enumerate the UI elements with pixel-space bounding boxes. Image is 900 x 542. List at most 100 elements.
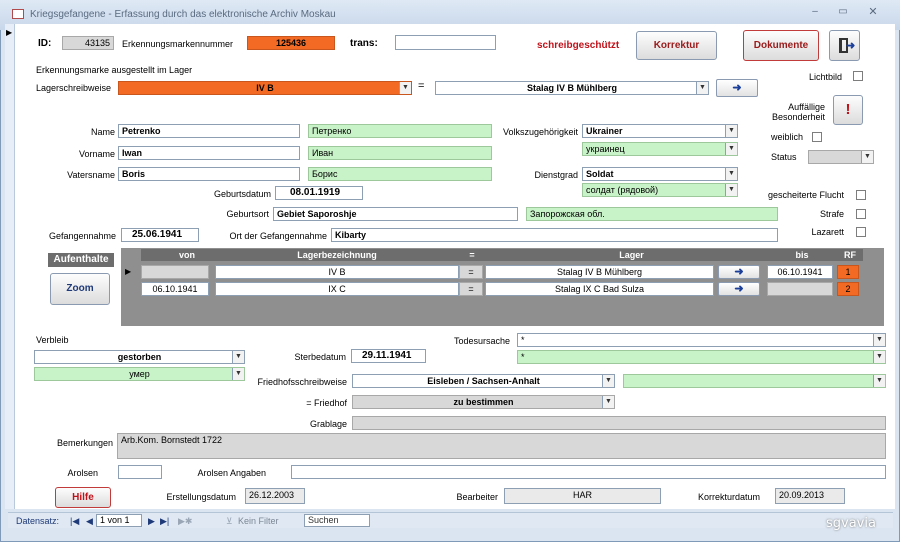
row-lager[interactable]: Stalag IX C Bad Sulza	[485, 282, 714, 296]
trans-field[interactable]	[395, 35, 496, 50]
row-bis[interactable]	[767, 282, 833, 296]
form-icon	[12, 9, 24, 19]
row-bis[interactable]: 06.10.1941	[767, 265, 833, 279]
dienstgrad-value: Soldat	[586, 169, 614, 179]
todesursache-select[interactable]: * ▼	[517, 333, 886, 347]
zoom-button[interactable]: Zoom	[50, 273, 110, 305]
gefangennahme-field[interactable]: 25.06.1941	[121, 228, 199, 242]
sterbedatum-label: Sterbedatum	[294, 352, 346, 362]
lager-goto-button[interactable]: ➜	[716, 79, 758, 97]
dropdown-arrow-icon[interactable]: ▼	[232, 351, 244, 363]
maximize-button[interactable]: ▭	[836, 6, 850, 17]
dropdown-arrow-icon[interactable]: ▼	[861, 151, 873, 163]
verbleib-cyrillic-select[interactable]: умер ▼	[34, 367, 245, 381]
bemerkungen-field[interactable]: Arb.Kom. Bornstedt 1722	[117, 433, 886, 459]
navigation-bar: Datensatz: |◀ ◀ 1 von 1 ▶ ▶| ▶✱ ⊻ Kein F…	[8, 512, 893, 528]
dienstgrad-cyrillic-select[interactable]: солдат (рядовой) ▼	[582, 183, 738, 197]
besonderheit-button[interactable]: !	[833, 95, 863, 125]
name-label: Name	[90, 127, 115, 137]
record-selector[interactable]: ▶	[5, 24, 15, 509]
previous-record-icon[interactable]: ◀	[86, 515, 93, 527]
geburtsort-label: Geburtsort	[226, 209, 269, 219]
row-lager[interactable]: Stalag IV B Mühlberg	[485, 265, 714, 279]
row-rf[interactable]: 1	[837, 265, 859, 279]
next-record-icon[interactable]: ▶	[148, 515, 155, 527]
dienstgrad-select[interactable]: Soldat ▼	[582, 167, 738, 181]
auffaellige-label-2: Besonderheit	[771, 112, 825, 122]
dropdown-arrow-icon[interactable]: ▼	[399, 82, 411, 94]
readonly-indicator: schreibgeschützt	[537, 40, 620, 51]
friedhof-select[interactable]: zu bestimmen ▼	[352, 395, 615, 409]
erkennungsmarke-field[interactable]: 125436	[247, 36, 335, 50]
id-field: 43135	[62, 36, 114, 50]
vatersname-cyrillic-field[interactable]: Борис	[308, 167, 492, 181]
geburtsdatum-field[interactable]: 08.01.1919	[275, 186, 363, 200]
lager-select[interactable]: Stalag IV B Mühlberg ▼	[435, 81, 709, 95]
dokumente-button[interactable]: Dokumente	[743, 30, 819, 61]
status-select[interactable]: ▼	[808, 150, 874, 164]
lazarett-checkbox[interactable]	[856, 227, 866, 237]
arolsen-field[interactable]	[118, 465, 162, 479]
vatersname-field[interactable]: Boris	[118, 167, 300, 181]
table-row[interactable]: 06.10.1941 IX C = Stalag IX C Bad Sulza …	[121, 281, 884, 298]
last-record-icon[interactable]: ▶|	[160, 515, 169, 527]
record-number-field[interactable]: 1 von 1	[96, 514, 142, 527]
dropdown-arrow-icon[interactable]: ▼	[873, 351, 885, 363]
dropdown-arrow-icon[interactable]: ▼	[873, 334, 885, 346]
minimize-button[interactable]: –	[808, 6, 822, 17]
filter-status[interactable]: Kein Filter	[238, 515, 279, 527]
verbleib-select[interactable]: gestorben ▼	[34, 350, 245, 364]
geburtsort-cyrillic-field[interactable]: Запорожская обл.	[526, 207, 778, 221]
strafe-checkbox[interactable]	[856, 209, 866, 219]
search-field[interactable]: Suchen	[304, 514, 370, 527]
lager-equals: =	[418, 80, 425, 92]
volk-select[interactable]: Ukrainer ▼	[582, 124, 738, 138]
row-goto-button[interactable]: ➜	[718, 282, 760, 296]
grablage-field[interactable]	[352, 416, 886, 430]
dropdown-arrow-icon[interactable]: ▼	[602, 396, 614, 408]
name-cyrillic-field[interactable]: Петренко	[308, 124, 492, 138]
dropdown-arrow-icon[interactable]: ▼	[725, 184, 737, 196]
exit-button[interactable]: ➜	[829, 30, 860, 61]
friedhofsschreibweise-select[interactable]: Eisleben / Sachsen-Anhalt ▼	[352, 374, 615, 388]
lazarett-label: Lazarett	[811, 227, 844, 237]
row-lagerbezeichnung[interactable]: IX C	[215, 282, 459, 296]
dropdown-arrow-icon[interactable]: ▼	[725, 125, 737, 137]
id-label: ID:	[38, 38, 52, 49]
sterbedatum-field[interactable]: 29.11.1941	[351, 349, 426, 363]
lichtbild-checkbox[interactable]	[853, 71, 863, 81]
filter-icon: ⊻	[226, 516, 233, 526]
arolsen-angaben-field[interactable]	[291, 465, 886, 479]
table-row[interactable]: ▶ IV B = Stalag IV B Mühlberg ➜ 06.10.19…	[121, 264, 884, 281]
dropdown-arrow-icon[interactable]: ▼	[725, 143, 737, 155]
row-goto-button[interactable]: ➜	[718, 265, 760, 279]
new-record-icon[interactable]: ▶✱	[178, 515, 192, 527]
vorname-cyrillic-field[interactable]: Иван	[308, 146, 492, 160]
lagerschreibweise-select[interactable]: IV B ▼	[118, 81, 412, 95]
dropdown-arrow-icon[interactable]: ▼	[725, 168, 737, 180]
friedhof-cyrillic-select[interactable]: ▼	[623, 374, 886, 388]
row-von[interactable]	[141, 265, 209, 279]
flucht-checkbox[interactable]	[856, 190, 866, 200]
ort-field[interactable]: Kibarty	[331, 228, 778, 242]
weiblich-checkbox[interactable]	[812, 132, 822, 142]
volk-cyrillic-select[interactable]: украинец ▼	[582, 142, 738, 156]
row-von[interactable]: 06.10.1941	[141, 282, 209, 296]
column-header-bis: bis	[767, 249, 837, 261]
strafe-label: Strafe	[819, 209, 844, 219]
row-lagerbezeichnung[interactable]: IV B	[215, 265, 459, 279]
name-field[interactable]: Petrenko	[118, 124, 300, 138]
dropdown-arrow-icon[interactable]: ▼	[873, 375, 885, 387]
vorname-field[interactable]: Iwan	[118, 146, 300, 160]
hilfe-button[interactable]: Hilfe	[55, 487, 111, 508]
todesursache-cyrillic-select[interactable]: * ▼	[517, 350, 886, 364]
record-pointer-icon: ▶	[6, 28, 13, 37]
geburtsort-field[interactable]: Gebiet Saporoshje	[273, 207, 518, 221]
korrektur-button[interactable]: Korrektur	[636, 31, 717, 60]
dropdown-arrow-icon[interactable]: ▼	[602, 375, 614, 387]
dropdown-arrow-icon[interactable]: ▼	[696, 82, 708, 94]
close-button[interactable]: ✕	[866, 5, 880, 18]
row-rf[interactable]: 2	[837, 282, 859, 296]
first-record-icon[interactable]: |◀	[70, 515, 79, 527]
friedhofsschreibweise-label: Friedhofsschreibweise	[257, 377, 347, 387]
